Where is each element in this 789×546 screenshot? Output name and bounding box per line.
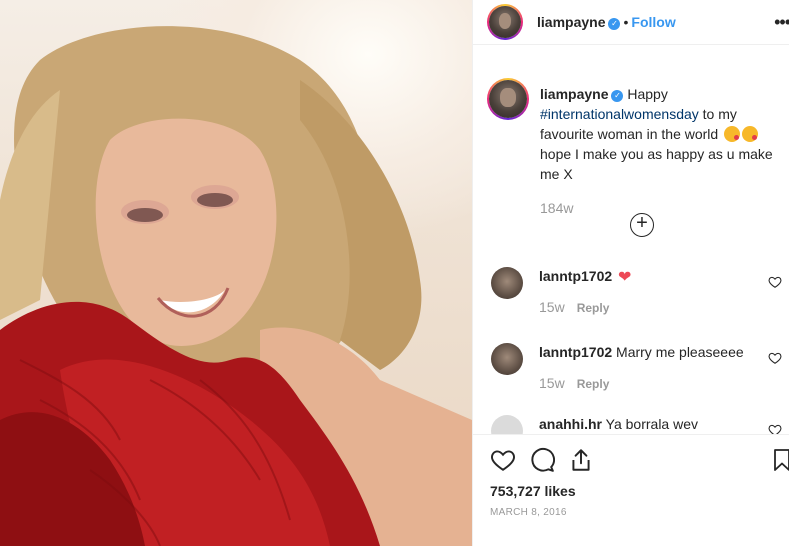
more-options-icon[interactable]: ••• [774, 12, 789, 33]
author-username[interactable]: liampayne [537, 14, 605, 30]
verified-badge-icon: ✓ [611, 90, 624, 102]
heart-icon[interactable] [490, 447, 516, 473]
comment-like-heart-icon[interactable] [768, 351, 782, 365]
comment-text: lanntp1702 ❤ [539, 267, 631, 287]
follow-button[interactable]: Follow [631, 14, 675, 30]
kiss-emoji-icon [724, 126, 741, 142]
separator-dot: • [623, 14, 629, 30]
likes-count[interactable]: 753,727 likes [490, 483, 576, 499]
comment-meta: 15w Reply [539, 375, 609, 391]
kiss-emoji-icon [742, 126, 759, 142]
post-date[interactable]: MARCH 8, 2016 [490, 507, 567, 518]
author-avatar[interactable] [487, 4, 523, 40]
comment-meta: 15w Reply [539, 299, 609, 315]
add-circle-icon: + [636, 212, 648, 234]
caption-hashtag[interactable]: #internationalwomensday [540, 106, 699, 122]
comment-text: lanntp1702 Marry me pleaseeee [539, 343, 744, 361]
red-heart-emoji-icon: ❤ [618, 269, 632, 286]
reply-button[interactable]: Reply [577, 301, 610, 315]
post-photo-illustration [0, 26, 472, 546]
comment-username[interactable]: anahhi.hr [539, 416, 602, 432]
comment-body: Ya borrala wev [605, 416, 698, 432]
comment-username[interactable]: lanntp1702 [539, 344, 612, 360]
caption-text-before: Happy [627, 86, 668, 102]
caption-avatar[interactable] [487, 78, 529, 120]
comment-avatar[interactable] [491, 343, 523, 375]
comment-username[interactable]: lanntp1702 [539, 268, 612, 284]
post-actions-bar: 753,727 likes MARCH 8, 2016 [473, 434, 789, 546]
post-detail-panel: liampayne ✓ • Follow ••• liampayne ✓ Happy #… [472, 0, 789, 546]
bookmark-icon[interactable] [770, 447, 789, 473]
reply-button[interactable]: Reply [577, 377, 610, 391]
comment-icon[interactable] [529, 447, 555, 473]
comment-avatar[interactable] [491, 267, 523, 299]
comment-body: Marry me pleaseeee [616, 344, 744, 360]
verified-badge-icon: ✓ [608, 18, 621, 30]
header-author-line: liampayne ✓ • Follow [537, 14, 676, 32]
post-header: liampayne ✓ • Follow ••• [473, 0, 789, 45]
caption-text-end: hope I make you as happy as u make me X [540, 146, 773, 182]
comment-like-heart-icon[interactable] [768, 275, 782, 289]
comment-text: anahhi.hr Ya borrala wev [539, 415, 698, 433]
comment-item: lanntp1702 Marry me pleaseeee 15w Reply [491, 343, 789, 403]
load-more-comments-button[interactable]: + [630, 213, 654, 237]
caption: liampayne ✓ Happy #internationalwomensday… [540, 84, 782, 218]
caption-time[interactable]: 184w [540, 200, 573, 216]
comment-item: lanntp1702 ❤ 15w Reply [491, 267, 789, 327]
comment-time[interactable]: 15w [539, 375, 565, 391]
caption-username[interactable]: liampayne [540, 86, 608, 102]
share-icon[interactable] [568, 447, 594, 473]
comment-time[interactable]: 15w [539, 299, 565, 315]
post-image[interactable] [0, 0, 472, 546]
